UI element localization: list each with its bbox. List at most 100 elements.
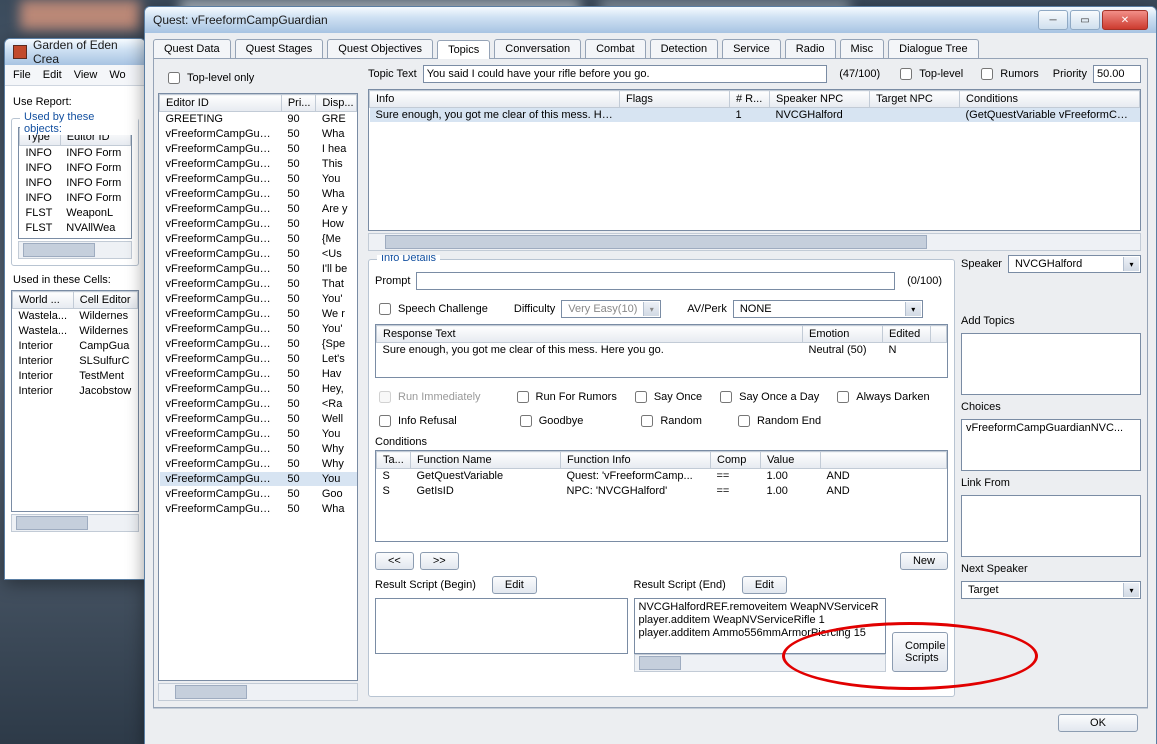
column-header[interactable]: Flags	[620, 91, 730, 108]
table-row[interactable]: vFreeformCampGuardi...50I'll be	[160, 262, 357, 277]
choices-list[interactable]: vFreeformCampGuardianNVC...	[961, 419, 1141, 471]
run-rumors-checkbox[interactable]: Run For Rumors	[513, 388, 617, 406]
column-header[interactable]: Conditions	[960, 91, 1140, 108]
priority-input[interactable]	[1093, 65, 1141, 83]
col-world[interactable]: World ...	[13, 292, 74, 309]
table-row[interactable]: vFreeformCampGuardi...50That	[160, 277, 357, 292]
table-row[interactable]: vFreeformCampGuardi...50Wha	[160, 127, 357, 142]
tab-quest-objectives[interactable]: Quest Objectives	[327, 39, 433, 58]
responses-table[interactable]: Response TextEmotionEdited Sure enough, …	[376, 325, 947, 358]
table-row[interactable]: vFreeformCampGuardi...50You'	[160, 322, 357, 337]
new-button[interactable]: New	[900, 552, 948, 570]
conditions-table[interactable]: Ta...Function NameFunction InfoCompValue…	[376, 451, 947, 499]
result-end-script[interactable]: NVCGHalfordREF.removeitem WeapNVServiceR…	[634, 598, 887, 654]
tab-quest-stages[interactable]: Quest Stages	[235, 39, 324, 58]
info-table[interactable]: InfoFlags# R...Speaker NPCTarget NPCCond…	[369, 90, 1140, 123]
used-by-table[interactable]: Type Editor ID INFOINFO FormINFOINFO For…	[19, 128, 131, 236]
tab-detection[interactable]: Detection	[650, 39, 718, 58]
edit-end-button[interactable]: Edit	[742, 576, 787, 594]
table-row[interactable]: vFreeformCampGuardi...50Hey,	[160, 382, 357, 397]
table-row[interactable]: vFreeformCampGuardi...50Let's	[160, 352, 357, 367]
table-row[interactable]: vFreeformCampGuardi...50How	[160, 217, 357, 232]
table-row[interactable]: vFreeformCampGuardi...50We r	[160, 307, 357, 322]
maximize-button[interactable]: ▭	[1070, 10, 1100, 30]
table-row[interactable]: vFreeformCampGuardi...50This	[160, 157, 357, 172]
column-header[interactable]: Value	[761, 452, 821, 469]
tab-quest-data[interactable]: Quest Data	[153, 39, 231, 58]
table-row[interactable]: Wastela...Wildernes	[13, 324, 138, 339]
difficulty-combo[interactable]: Very Easy(10)▾	[561, 300, 661, 318]
table-row[interactable]: InteriorJacobstow	[13, 384, 138, 399]
column-header[interactable]: Function Info	[561, 452, 711, 469]
column-header[interactable]: Response Text	[377, 326, 803, 343]
table-row[interactable]: FLSTNVAllWea	[20, 221, 131, 236]
ok-button[interactable]: OK	[1058, 714, 1138, 732]
table-row[interactable]: vFreeformCampGuardi...50You	[160, 172, 357, 187]
table-row[interactable]: vFreeformCampGuardi...50{Me	[160, 232, 357, 247]
tab-combat[interactable]: Combat	[585, 39, 646, 58]
prev-button[interactable]: <<	[375, 552, 414, 570]
table-row[interactable]: vFreeformCampGuardi...50<Us	[160, 247, 357, 262]
tab-conversation[interactable]: Conversation	[494, 39, 581, 58]
table-row[interactable]: vFreeformCampGuardi...50You	[160, 472, 357, 487]
always-darken-checkbox[interactable]: Always Darken	[833, 388, 929, 406]
add-topics-list[interactable]	[961, 333, 1141, 395]
compile-scripts-button[interactable]: Compile Scripts	[892, 632, 948, 672]
table-row[interactable]: INFOINFO Form	[20, 161, 131, 176]
tab-topics[interactable]: Topics	[437, 40, 490, 59]
tab-service[interactable]: Service	[722, 39, 781, 58]
table-row[interactable]: SGetIsIDNPC: 'NVCGHalford'==1.00AND	[377, 484, 947, 499]
column-header[interactable]: # R...	[730, 91, 770, 108]
say-once-checkbox[interactable]: Say Once	[631, 388, 702, 406]
table-row[interactable]: FLSTWeaponL	[20, 206, 131, 221]
geck-titlebar[interactable]: Garden of Eden Crea	[5, 39, 145, 65]
tab-dialogue-tree[interactable]: Dialogue Tree	[888, 39, 979, 58]
table-row[interactable]: vFreeformCampGuardi...50You'	[160, 292, 357, 307]
table-row[interactable]: vFreeformCampGuardi...50Hav	[160, 367, 357, 382]
table-row[interactable]: vFreeformCampGuardi...50Well	[160, 412, 357, 427]
table-row[interactable]: INFOINFO Form	[20, 146, 131, 161]
random-end-checkbox[interactable]: Random End	[734, 412, 821, 430]
list-item[interactable]: vFreeformCampGuardianNVC...	[962, 420, 1140, 436]
table-row[interactable]: vFreeformCampGuardi...50I hea	[160, 142, 357, 157]
speaker-combo[interactable]: NVCGHalford▾	[1008, 255, 1141, 273]
say-once-day-checkbox[interactable]: Say Once a Day	[716, 388, 819, 406]
random-checkbox[interactable]: Random	[637, 412, 702, 430]
quest-titlebar[interactable]: Quest: vFreeformCampGuardian ─ ▭ ✕	[145, 7, 1156, 33]
column-header[interactable]: Function Name	[411, 452, 561, 469]
table-row[interactable]: vFreeformCampGuardi...50{Spe	[160, 337, 357, 352]
table-row[interactable]: vFreeformCampGuardi...50Wha	[160, 502, 357, 517]
column-header[interactable]: Emotion	[803, 326, 883, 343]
table-row[interactable]: Sure enough, you got me clear of this me…	[370, 108, 1140, 123]
column-header[interactable]: Edited	[883, 326, 931, 343]
tab-radio[interactable]: Radio	[785, 39, 836, 58]
avperk-combo[interactable]: NONE▾	[733, 300, 923, 318]
table-row[interactable]: InteriorTestMent	[13, 369, 138, 384]
table-row[interactable]: vFreeformCampGuardi...50You	[160, 427, 357, 442]
info-hscroll[interactable]	[368, 233, 1141, 251]
table-row[interactable]: vFreeformCampGuardi...50Wha	[160, 187, 357, 202]
col-celleditor[interactable]: Cell Editor	[73, 292, 137, 309]
goodbye-checkbox[interactable]: Goodbye	[516, 412, 584, 430]
used-cells-hscroll[interactable]	[11, 514, 139, 532]
close-button[interactable]: ✕	[1102, 10, 1148, 30]
column-header[interactable]: Comp	[711, 452, 761, 469]
speech-challenge-checkbox[interactable]: Speech Challenge	[375, 300, 488, 318]
table-row[interactable]: InteriorSLSulfurC	[13, 354, 138, 369]
topics-hscroll[interactable]	[158, 683, 358, 701]
used-by-hscroll[interactable]	[18, 241, 132, 259]
col-priority[interactable]: Pri...	[281, 95, 316, 112]
table-row[interactable]: SGetQuestVariableQuest: 'vFreeformCamp..…	[377, 469, 947, 484]
menu-world[interactable]: Wo	[109, 69, 125, 81]
info-refusal-checkbox[interactable]: Info Refusal	[375, 412, 457, 430]
menu-edit[interactable]: Edit	[43, 69, 62, 81]
table-row[interactable]: vFreeformCampGuardi...50Why	[160, 457, 357, 472]
top-level-only-checkbox[interactable]: Top-level only	[164, 69, 358, 87]
rumors-checkbox[interactable]: Rumors	[977, 65, 1039, 83]
table-row[interactable]: GREETING90GRE	[160, 112, 357, 127]
table-row[interactable]: INFOINFO Form	[20, 176, 131, 191]
column-header[interactable]	[821, 452, 947, 469]
next-speaker-combo[interactable]: Target▾	[961, 581, 1141, 599]
top-level-checkbox[interactable]: Top-level	[896, 65, 963, 83]
edit-begin-button[interactable]: Edit	[492, 576, 537, 594]
